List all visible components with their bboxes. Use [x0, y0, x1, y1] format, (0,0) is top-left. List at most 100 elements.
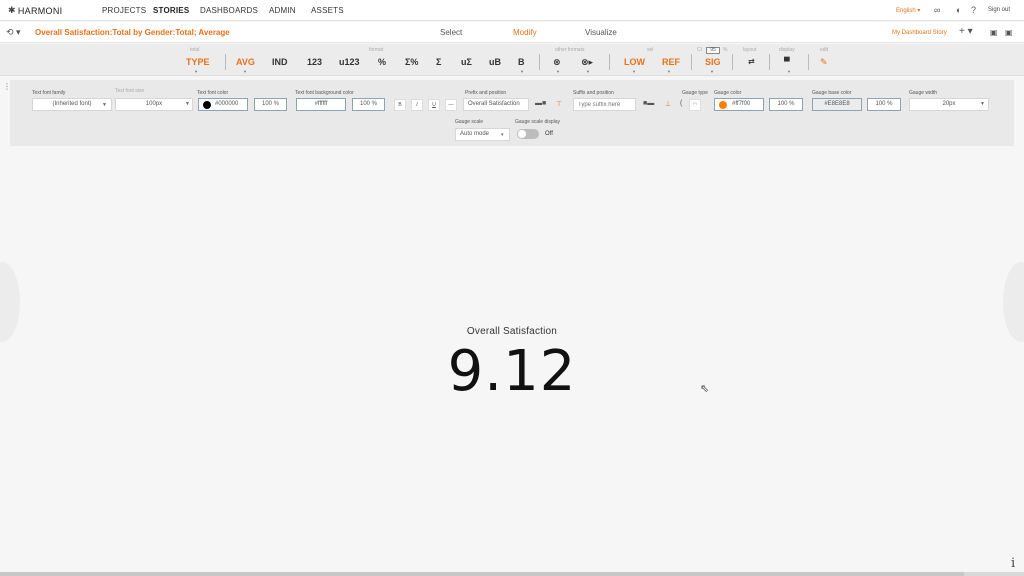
unweighted-count-button[interactable]: u123 [339, 57, 360, 67]
prefix-position-left-icon[interactable]: ▬■ [535, 100, 546, 107]
group-label-ci: CI [697, 47, 702, 53]
font-family-dropdown-icon: ▼ [102, 102, 107, 108]
suffix-input[interactable] [573, 98, 636, 111]
gauge-scale-dropdown-icon: ▾ [501, 132, 504, 138]
dashboard-story-link[interactable]: My Dashboard Story [892, 30, 947, 36]
add-icon[interactable]: + ▾ [959, 26, 973, 37]
prefix-input[interactable]: Overall Satisfaction [463, 98, 529, 111]
low-button[interactable]: LOW [624, 57, 645, 67]
mode-visualize-tab[interactable]: Visualize [585, 28, 617, 37]
transpose-icon[interactable]: ⇄ [748, 57, 755, 66]
group-label-display: display [779, 47, 795, 53]
gauge-scale-display-toggle[interactable] [517, 129, 539, 139]
font-size-input[interactable]: 100px [115, 98, 193, 111]
gauge-width-dropdown-icon: ▼ [980, 101, 985, 107]
percent-button[interactable]: % [378, 57, 386, 67]
excel-icon[interactable]: ▣ [1005, 28, 1013, 37]
group-label-ci-pct: % [723, 47, 728, 53]
nav-dashboards[interactable]: DASHBOARDS [200, 6, 258, 15]
font-color-label: Text font color [197, 90, 229, 96]
previous-slide-handle[interactable] [0, 262, 20, 342]
kpi-value: 9.12 [447, 339, 577, 404]
avg-caret-icon: ▼ [243, 69, 247, 74]
sig-button[interactable]: SIG [705, 57, 721, 67]
format-toolbar: total format other formats sel CI 95 % l… [0, 44, 1024, 76]
base-button[interactable]: B [518, 57, 525, 67]
suffix-position-right-icon[interactable]: ■▬ [643, 100, 654, 107]
help-icon[interactable]: ? [971, 5, 976, 15]
kpi-title: Overall Satisfaction [466, 326, 558, 337]
nav-admin[interactable]: ADMIN [269, 6, 296, 15]
italic-toggle[interactable]: I [411, 99, 423, 111]
display-icon[interactable]: ▀ [784, 57, 790, 66]
powerpoint-icon[interactable]: ▣ [990, 28, 998, 37]
gauge-width-input[interactable]: 20px [909, 98, 989, 111]
nav-stories[interactable]: STORIES [153, 6, 189, 15]
ci-level-input[interactable]: 95 [706, 47, 720, 54]
gauge-scale-display-label: Gauge scale display [515, 119, 561, 125]
gauge-color-label: Gauge color [714, 90, 742, 96]
contrast-icon[interactable]: ◐ [956, 5, 961, 15]
edit-pencil-icon[interactable]: ✎ [820, 57, 828, 68]
gauge-color-swatch[interactable] [719, 101, 727, 109]
strikethrough-toggle[interactable]: — [445, 99, 457, 111]
group-label-layout: layout [743, 47, 757, 53]
gauge-scale-label: Gauge scale [455, 119, 484, 125]
unweighted-sum-button[interactable]: uΣ [461, 57, 472, 67]
gauge-base-color-label: Gauge base color [812, 90, 852, 96]
toolbar-divider [609, 54, 610, 70]
group-label-total: total [190, 47, 200, 53]
mode-modify-tab[interactable]: Modify [513, 28, 537, 37]
toolbar-divider [691, 54, 692, 70]
next-slide-handle[interactable] [1003, 262, 1024, 342]
type-caret-icon: ▼ [194, 69, 198, 74]
bold-toggle[interactable]: B [394, 99, 406, 111]
font-family-label: Text font family [32, 90, 66, 96]
nav-projects[interactable]: PROJECTS [102, 6, 146, 15]
ref-button[interactable]: REF [662, 57, 680, 67]
gauge-width-label: Gauge width [909, 90, 938, 96]
gauge-scale-display-state: Off [545, 131, 553, 137]
ref-caret-icon: ▼ [667, 69, 671, 74]
gauge-base-opacity[interactable]: 100 % [867, 98, 901, 111]
other-format-2-caret-icon: ▼ [586, 69, 590, 74]
app-logo-text: HARMONI [17, 5, 63, 16]
glasses-icon[interactable]: ∞ [934, 5, 940, 15]
ind-button[interactable]: IND [272, 57, 288, 67]
gauge-type-semicircle-icon[interactable]: ◠ [689, 99, 701, 111]
type-button[interactable]: TYPE [186, 57, 210, 67]
prefix-position-top-icon[interactable]: ⊤ [556, 100, 562, 108]
font-bg-opacity[interactable]: 100 % [352, 98, 385, 111]
font-color-opacity[interactable]: 100 % [254, 98, 287, 111]
base-caret-icon: ▼ [520, 69, 524, 74]
nav-assets[interactable]: ASSETS [311, 6, 344, 15]
gauge-type-label: Gauge type [682, 90, 708, 96]
sum-button[interactable]: Σ [436, 57, 441, 67]
font-bg-color-input[interactable]: #ffffff [296, 98, 346, 111]
info-icon[interactable]: i [1011, 556, 1015, 571]
toolbar-divider [808, 54, 809, 70]
suffix-label: Suffix and position [573, 90, 614, 96]
unweighted-base-button[interactable]: uB [489, 57, 501, 67]
avg-button[interactable]: AVG [236, 57, 255, 67]
suffix-position-bottom-icon[interactable]: ⊥ [665, 100, 671, 108]
gauge-base-color-input[interactable]: #E8E8E8 [812, 98, 862, 111]
gauge-color-opacity[interactable]: 100 % [769, 98, 803, 111]
sign-out-link[interactable]: Sign out [988, 7, 1010, 13]
app-logo[interactable]: ✱ HARMONI [8, 5, 62, 16]
font-color-swatch[interactable] [203, 101, 211, 109]
horizontal-scrollbar[interactable] [0, 572, 1024, 576]
other-format-2-icon[interactable]: ⊗▸ [581, 57, 593, 68]
font-family-select[interactable]: (Inherited font) [32, 98, 112, 111]
language-select[interactable]: English ▾ [896, 7, 920, 14]
other-format-icon[interactable]: ⊗ [553, 57, 561, 68]
font-size-dropdown-icon: ▼ [185, 101, 190, 107]
mode-select-tab[interactable]: Select [440, 28, 462, 37]
history-icon[interactable]: ⟲ ▾ [6, 27, 21, 38]
underline-toggle[interactable]: U [428, 99, 440, 111]
sig-caret-icon: ▼ [710, 69, 714, 74]
font-bg-color-label: Text font background color [295, 90, 354, 96]
gauge-type-arc-icon[interactable]: ( [680, 100, 682, 107]
count-button[interactable]: 123 [307, 57, 322, 67]
sum-percent-button[interactable]: Σ% [405, 57, 418, 67]
